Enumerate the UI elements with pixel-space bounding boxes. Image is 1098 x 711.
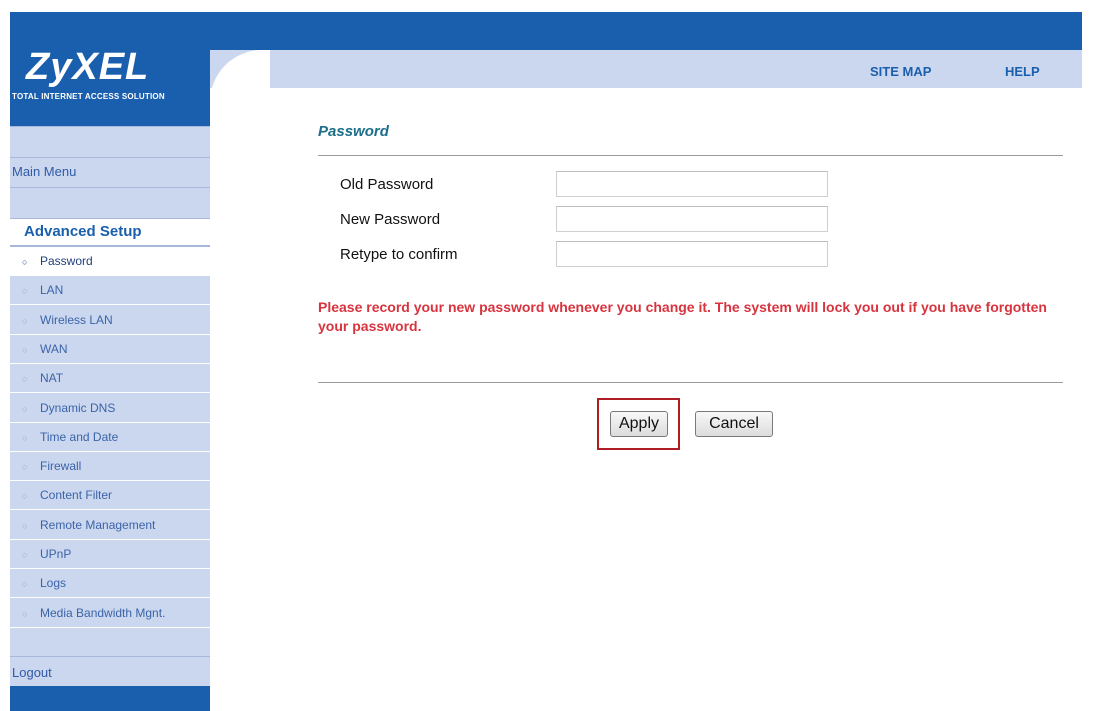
- old-password-field[interactable]: [556, 171, 828, 197]
- sidebar-footer: [10, 686, 210, 711]
- sidebar-spacer: [10, 126, 210, 157]
- radio-bullet-icon: ○: [22, 550, 28, 560]
- site-map-link[interactable]: SITE MAP: [870, 64, 931, 79]
- sidebar-item-label: Content Filter: [40, 488, 113, 502]
- sidebar-item-nat[interactable]: ○ NAT: [10, 364, 210, 393]
- sidebar-item-content-filter[interactable]: ○ Content Filter: [10, 481, 210, 510]
- radio-bullet-icon: ○: [22, 609, 28, 619]
- sidebar-item-label: Dynamic DNS: [40, 401, 116, 415]
- sidebar-item-media-bandwidth-mgnt[interactable]: ○ Media Bandwidth Mgnt.: [10, 599, 210, 628]
- advanced-setup-heading[interactable]: Advanced Setup: [10, 218, 210, 247]
- divider: [318, 382, 1063, 383]
- sidebar-item-label: Firewall: [40, 459, 82, 473]
- divider: [318, 155, 1063, 156]
- sidebar-item-upnp[interactable]: ○ UPnP: [10, 540, 210, 569]
- sidebar-item-logs[interactable]: ○ Logs: [10, 569, 210, 598]
- radio-bullet-icon: ○: [22, 345, 28, 355]
- sidebar-item-wireless-lan[interactable]: ○ Wireless LAN: [10, 306, 210, 335]
- confirm-password-label: Retype to confirm: [340, 246, 458, 263]
- sidebar-spacer: [10, 187, 210, 218]
- sidebar-item-wan[interactable]: ○ WAN: [10, 335, 210, 364]
- radio-bullet-icon: ○: [22, 257, 28, 267]
- main-menu-label: Main Menu: [12, 164, 77, 179]
- top-border: [0, 0, 1098, 12]
- sidebar-item-firewall[interactable]: ○ Firewall: [10, 452, 210, 481]
- sidebar-item-label: NAT: [40, 371, 64, 385]
- sidebar-item-label: Time and Date: [40, 430, 119, 444]
- right-border: [1082, 12, 1098, 88]
- cancel-button[interactable]: Cancel: [695, 411, 773, 437]
- new-password-field[interactable]: [556, 206, 828, 232]
- radio-bullet-icon: ○: [22, 404, 28, 414]
- sidebar-item-dynamic-dns[interactable]: ○ Dynamic DNS: [10, 394, 210, 423]
- new-password-input[interactable]: [557, 207, 827, 231]
- radio-bullet-icon: ○: [22, 433, 28, 443]
- radio-bullet-icon: ○: [22, 579, 28, 589]
- confirm-password-field[interactable]: [556, 241, 828, 267]
- sidebar-item-time-and-date[interactable]: ○ Time and Date: [10, 423, 210, 452]
- radio-bullet-icon: ○: [22, 374, 28, 384]
- sidebar-item-label: Password: [40, 254, 93, 268]
- confirm-password-input[interactable]: [557, 242, 827, 266]
- warning-message: Please record your new password whenever…: [318, 299, 1047, 334]
- logo: ZyXEL: [26, 46, 150, 88]
- sidebar-item-remote-management[interactable]: ○ Remote Management: [10, 511, 210, 540]
- sidebar-item-label: Remote Management: [40, 518, 156, 532]
- apply-button[interactable]: Apply: [610, 411, 668, 437]
- sidebar-item-label: WAN: [40, 342, 68, 356]
- sidebar-item-label: LAN: [40, 283, 64, 297]
- main-menu-link[interactable]: Main Menu: [10, 157, 210, 187]
- sidebar-item-label: Media Bandwidth Mgnt.: [40, 606, 166, 620]
- radio-bullet-icon: ○: [22, 286, 28, 296]
- radio-bullet-icon: ○: [22, 491, 28, 501]
- sidebar-item-label: Wireless LAN: [40, 313, 113, 327]
- old-password-label: Old Password: [340, 176, 434, 193]
- sidebar-item-label: UPnP: [40, 547, 72, 561]
- radio-bullet-icon: ○: [22, 521, 28, 531]
- logout-link[interactable]: Logout: [12, 665, 52, 680]
- logo-tagline: TOTAL INTERNET ACCESS SOLUTION: [12, 92, 165, 101]
- radio-bullet-icon: ○: [22, 462, 28, 472]
- left-border: [0, 12, 10, 711]
- new-password-label: New Password: [340, 211, 441, 228]
- sidebar-item-password[interactable]: ○ Password: [10, 247, 210, 276]
- page-title: Password: [318, 123, 389, 140]
- sidebar-item-lan[interactable]: ○ LAN: [10, 276, 210, 305]
- radio-bullet-icon: ○: [22, 316, 28, 326]
- header-band: [210, 50, 1082, 88]
- sidebar-item-label: Logs: [40, 576, 67, 590]
- old-password-input[interactable]: [557, 172, 827, 196]
- help-link[interactable]: HELP: [1005, 64, 1040, 79]
